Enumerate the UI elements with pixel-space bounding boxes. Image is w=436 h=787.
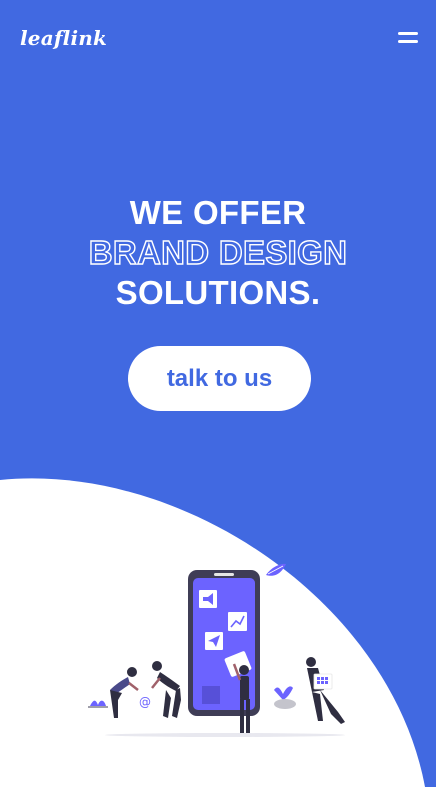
person-figure-left: [110, 667, 139, 718]
megaphone-icon: [199, 590, 217, 608]
person-figure-right: [306, 657, 345, 724]
person-figure-middle: [151, 661, 181, 718]
hamburger-menu-icon[interactable]: [396, 30, 422, 50]
logo[interactable]: leaflink: [20, 26, 107, 50]
headline-line-2: BRAND DESIGN: [88, 233, 348, 271]
hero-headline: WE OFFER BRAND DESIGN SOLUTIONS.: [0, 193, 436, 313]
menu-bar-bottom: [398, 40, 418, 43]
talk-to-us-button[interactable]: talk to us: [128, 346, 311, 411]
at-sign-icon: @: [139, 695, 151, 709]
send-icon: [205, 632, 223, 650]
svg-text:@: @: [139, 695, 151, 709]
leaf-icon: [266, 563, 286, 576]
headline-line-1: WE OFFER: [129, 194, 307, 231]
menu-bar-top: [398, 32, 418, 35]
phone-illustration: [188, 570, 260, 716]
headline-line-3: SOLUTIONS.: [115, 274, 321, 311]
team-phone-illustration: @: [88, 563, 345, 737]
chart-icon: [228, 612, 247, 631]
navbar: leaflink: [0, 0, 436, 80]
